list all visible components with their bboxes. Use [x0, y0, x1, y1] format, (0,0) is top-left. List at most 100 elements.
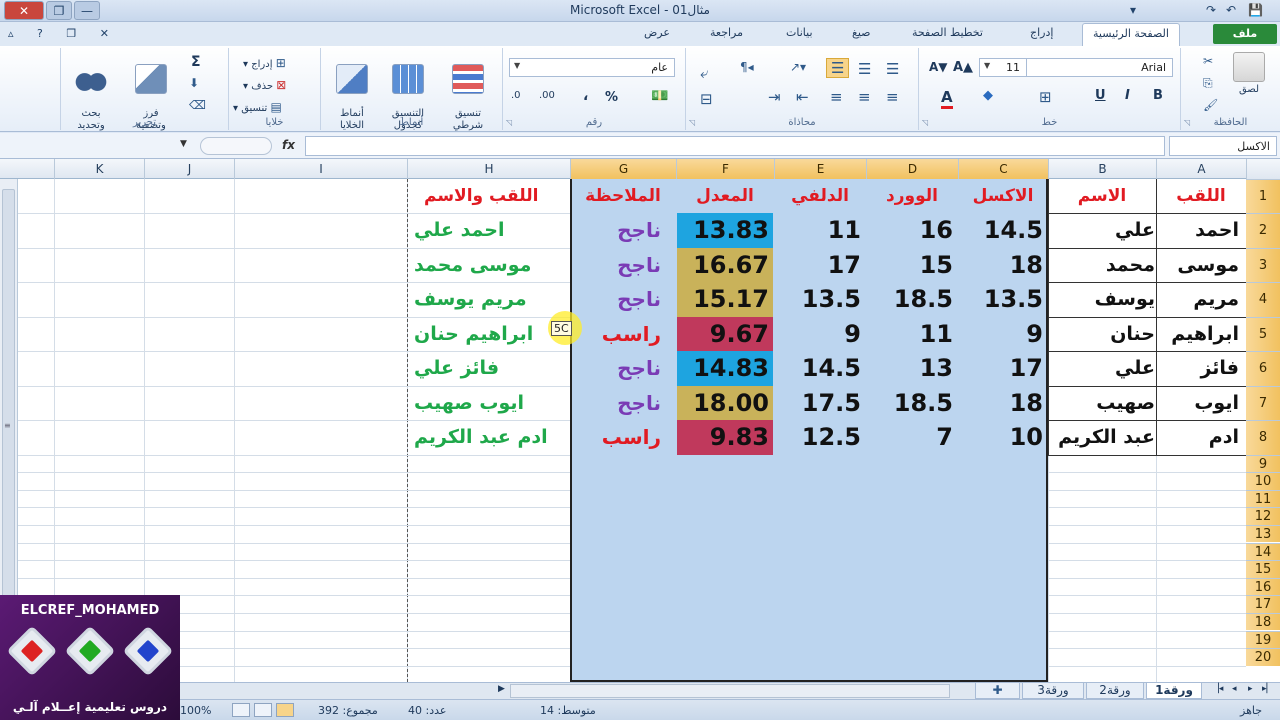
rtl-icon[interactable]: ¶◂: [740, 60, 754, 74]
comma-button[interactable]: ،: [583, 88, 588, 104]
font-launcher-icon[interactable]: ◹: [922, 118, 928, 127]
tab-page-layout[interactable]: تخطيط الصفحة: [912, 26, 983, 39]
horizontal-scrollbar[interactable]: [510, 684, 950, 698]
cell-grade-d[interactable]: 18.5: [867, 386, 957, 421]
cell-full-name[interactable]: ابراهيم حنان: [408, 317, 569, 352]
align-bottom-icon[interactable]: ☰: [826, 58, 850, 78]
column-header-i[interactable]: I: [234, 159, 407, 179]
tab-file[interactable]: ملف: [1213, 24, 1277, 44]
row-header-15[interactable]: 15: [1246, 560, 1280, 578]
header-cell-d[interactable]: الوورد: [867, 179, 957, 213]
next-sheet-icon[interactable]: ▸: [1248, 684, 1253, 694]
tab-formulas[interactable]: صيغ: [852, 26, 871, 39]
cell-grade-d[interactable]: 18.5: [867, 282, 957, 317]
row-header-11[interactable]: 11: [1246, 489, 1280, 508]
cell-remark[interactable]: راسب: [571, 420, 675, 455]
align-center-icon[interactable]: ≡: [858, 88, 871, 106]
cell-remark[interactable]: ناجح: [571, 213, 675, 248]
align-left-icon[interactable]: ≡: [830, 88, 843, 106]
cell-grade-e[interactable]: 17.5: [775, 386, 865, 421]
select-all-corner[interactable]: [1246, 159, 1280, 179]
row-header-10[interactable]: 10: [1246, 472, 1280, 490]
cell-grade-e[interactable]: 12.5: [775, 420, 865, 455]
cell-grade-c[interactable]: 9: [959, 317, 1047, 352]
cell-remark[interactable]: راسب: [571, 317, 675, 352]
cell-grade-c[interactable]: 14.5: [959, 213, 1047, 248]
italic-button[interactable]: I: [1125, 88, 1130, 103]
sheet-tab-3[interactable]: ورقة3: [1022, 683, 1084, 699]
row-header-2[interactable]: 2: [1246, 213, 1280, 248]
cell-grade-e[interactable]: 11: [775, 213, 865, 248]
bold-button[interactable]: B: [1153, 88, 1163, 103]
row-header-4[interactable]: 4: [1246, 282, 1280, 317]
cell-remark[interactable]: ناجح: [571, 282, 675, 317]
cell-surname[interactable]: ادم: [1157, 420, 1245, 455]
cell-first-name[interactable]: علي: [1049, 351, 1155, 386]
cell-grade-c[interactable]: 18: [959, 386, 1047, 421]
currency-icon[interactable]: 💵: [651, 88, 668, 104]
cell-full-name[interactable]: مريم يوسف: [408, 282, 569, 317]
header-cell-f[interactable]: المعدل: [677, 179, 773, 213]
align-right-icon[interactable]: ≡: [886, 88, 899, 106]
cell-full-name[interactable]: موسى محمد: [408, 248, 569, 283]
font-name-combo[interactable]: ▼ Arial: [1009, 58, 1173, 77]
cut-icon[interactable]: ✂: [1203, 54, 1213, 68]
cell-grade-d[interactable]: 15: [867, 248, 957, 283]
delete-cells-button[interactable]: ▾ حذف ⊠: [243, 78, 286, 92]
cell-first-name[interactable]: يوسف: [1049, 282, 1155, 317]
row-header-20[interactable]: 20: [1246, 648, 1280, 666]
row-header-14[interactable]: 14: [1246, 542, 1280, 561]
row-header-12[interactable]: 12: [1246, 507, 1280, 525]
cell-full-name[interactable]: ايوب صهيب: [408, 386, 569, 421]
row-header-7[interactable]: 7: [1246, 385, 1280, 420]
worksheet-grid[interactable]: ABCDEFGHIJK 1 2 3 4 5 6 7 8 9 10 11 12 13 14 15 16 17 18 1…: [0, 159, 1280, 682]
insert-function-icon[interactable]: fx: [282, 138, 295, 152]
cell-first-name[interactable]: علي: [1049, 213, 1155, 248]
cell-first-name[interactable]: حنان: [1049, 317, 1155, 352]
header-cell-e[interactable]: الدلفي: [775, 179, 865, 213]
decrease-decimal-button[interactable]: .0: [511, 90, 521, 101]
increase-decimal-button[interactable]: .00: [539, 90, 555, 101]
cell-full-name[interactable]: ادم عبد الكريم: [408, 420, 569, 455]
row-header-19[interactable]: 19: [1246, 630, 1280, 649]
row-header-8[interactable]: 8: [1246, 420, 1280, 455]
column-header-c[interactable]: C: [958, 159, 1048, 179]
qat-customize-icon[interactable]: ▾: [1130, 3, 1136, 17]
orientation-icon[interactable]: ↗▾: [790, 60, 806, 74]
cell-grade-c[interactable]: 17: [959, 351, 1047, 386]
cell-average[interactable]: 18.00: [677, 385, 773, 420]
font-size-combo[interactable]: ▼ 11: [979, 58, 1027, 77]
underline-button[interactable]: U: [1095, 88, 1106, 103]
header-cell-h[interactable]: اللقب والاسم: [408, 179, 568, 213]
cell-remark[interactable]: ناجح: [571, 351, 675, 386]
cell-average[interactable]: 15.17: [677, 282, 773, 317]
row-header-17[interactable]: 17: [1246, 595, 1280, 613]
scroll-right-icon[interactable]: ▶: [498, 684, 505, 694]
cell-grade-e[interactable]: 17: [775, 248, 865, 283]
fill-color-button[interactable]: ◆: [983, 88, 993, 103]
cell-grade-c[interactable]: 10: [959, 420, 1047, 455]
tab-home[interactable]: الصفحة الرئيسية: [1082, 23, 1180, 46]
cell-average[interactable]: 9.83: [677, 420, 773, 455]
redo-icon[interactable]: ↷: [1206, 3, 1216, 17]
row-header-9[interactable]: 9: [1246, 454, 1280, 473]
cell-average[interactable]: 14.83: [677, 351, 773, 386]
formula-input[interactable]: [305, 136, 1165, 156]
sheet-tab-1[interactable]: ورقة1: [1146, 683, 1202, 699]
header-cell-b[interactable]: الاسم: [1049, 179, 1155, 213]
cell-surname[interactable]: فائز: [1157, 351, 1245, 386]
tab-review[interactable]: مراجعة: [710, 26, 743, 39]
cell-surname[interactable]: موسى: [1157, 248, 1245, 283]
number-launcher-icon[interactable]: ◹: [506, 118, 512, 127]
cell-grade-e[interactable]: 14.5: [775, 351, 865, 386]
formula-bar-splitter[interactable]: [200, 137, 272, 155]
sheet-tab-2[interactable]: ورقة2: [1086, 683, 1144, 699]
clear-icon[interactable]: ⌫: [189, 98, 206, 112]
cell-surname[interactable]: مريم: [1157, 282, 1245, 317]
wrap-text-icon[interactable]: ⤶: [700, 64, 708, 82]
prev-sheet-icon[interactable]: ◂: [1232, 684, 1237, 694]
cell-first-name[interactable]: صهيب: [1049, 386, 1155, 421]
cell-average[interactable]: 13.83: [677, 213, 773, 248]
cell-surname[interactable]: ابراهيم: [1157, 317, 1245, 352]
cell-remark[interactable]: ناجح: [571, 386, 675, 421]
